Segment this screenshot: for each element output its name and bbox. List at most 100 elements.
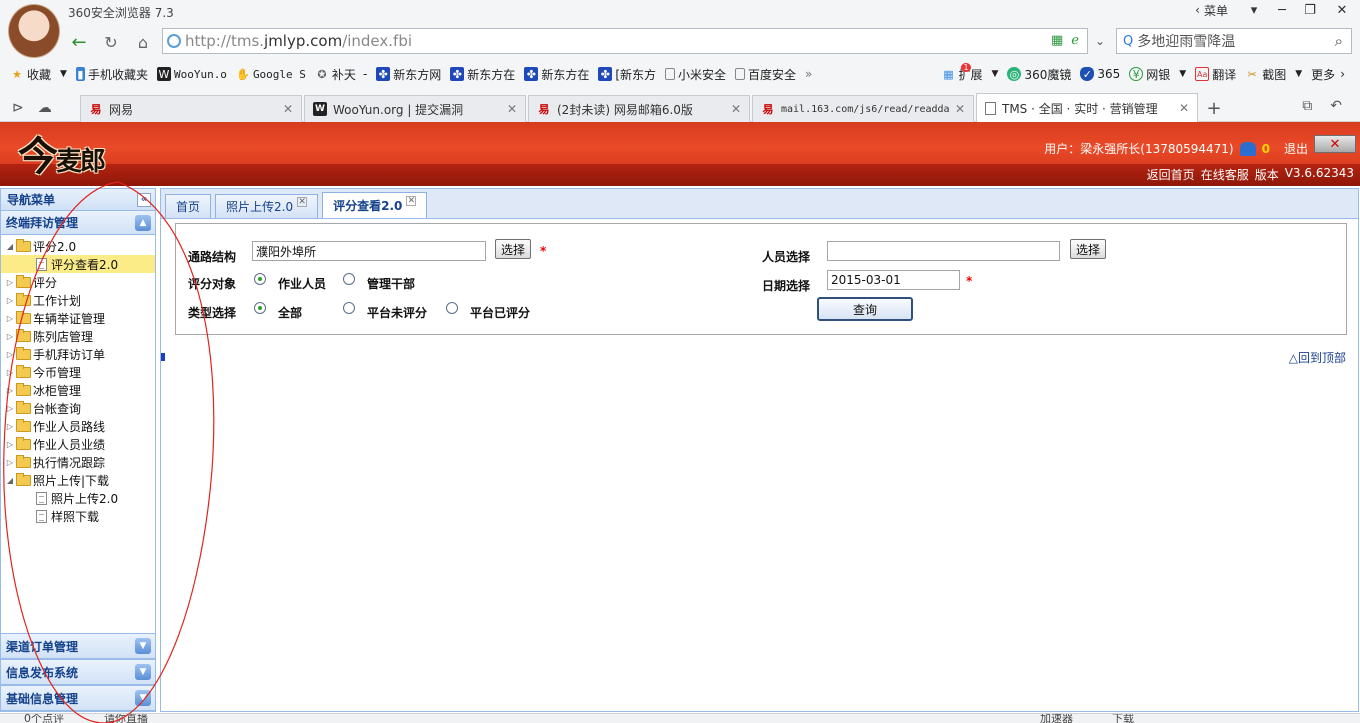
toolbar-extensions[interactable]: ▦ 扩展 1 ▼ [941, 62, 998, 83]
tree-folder-routes[interactable]: ▷ 作业人员路线 [1, 417, 155, 435]
collapsed-arrow-icon[interactable]: ▷ [4, 314, 16, 323]
maximize-button[interactable]: ❐ [1296, 0, 1324, 20]
address-dropdown-icon[interactable]: ⌄ [1088, 28, 1112, 54]
tree-item-sample-download[interactable]: 样照下载 [1, 507, 155, 525]
tree-item-photo-upload2[interactable]: 照片上传2.0 [1, 489, 155, 507]
address-bar[interactable]: http://tms.jmlyp.com/index.fbi ▦ ℯ [162, 28, 1088, 54]
bookmark-butian[interactable]: ✪ 补天 - [315, 66, 367, 83]
browser-tab-163[interactable]: 易 网易 ✕ [80, 95, 302, 122]
chevron-down-icon[interactable]: ▼ [135, 690, 151, 706]
section-info-publish[interactable]: 信息发布系统 ▼ [1, 659, 155, 685]
toolbar-more[interactable]: 更多 › [1311, 66, 1345, 83]
toolbar-ebank[interactable]: ¥ 网银 ▼ [1129, 66, 1186, 83]
person-select-button[interactable]: 选择 [1070, 239, 1106, 259]
bookmark-baidu-security[interactable]: 百度安全 [735, 66, 796, 83]
back-arrow-icon[interactable]: ← [66, 29, 92, 55]
expanded-arrow-icon[interactable]: ◢ [4, 242, 16, 251]
tree-folder-score2[interactable]: ◢ 评分2.0 [1, 237, 155, 255]
collapsed-arrow-icon[interactable]: ▷ [4, 332, 16, 341]
collapsed-arrow-icon[interactable]: ▷ [4, 440, 16, 449]
person-input[interactable] [827, 241, 1060, 261]
browser-tab-mail[interactable]: 易 (2封未读) 网易邮箱6.0版 ✕ [528, 95, 750, 122]
collapsed-arrow-icon[interactable]: ▷ [4, 422, 16, 431]
tree-folder-vehicle[interactable]: ▷ 车辆举证管理 [1, 309, 155, 327]
browser-tab-wooyun[interactable]: W WooYun.org | 提交漏洞 ✕ [304, 95, 526, 122]
qr-code-icon[interactable]: ▦ [1051, 33, 1063, 48]
section-channel-orders[interactable]: 渠道订单管理 ▼ [1, 633, 155, 659]
toolbar-translate[interactable]: Aa 翻译 [1195, 66, 1236, 83]
tree-folder-photo[interactable]: ◢ 照片上传|下载 [1, 471, 155, 489]
collapsed-arrow-icon[interactable]: ▷ [4, 404, 16, 413]
back-to-top-link[interactable]: △回到顶部 [1289, 349, 1346, 366]
bookmark-google[interactable]: ✋ Google S [236, 67, 306, 81]
tree-folder-work-plan[interactable]: ▷ 工作计划 [1, 291, 155, 309]
radio-manager[interactable] [343, 273, 355, 285]
channel-input[interactable]: 濮阳外埠所 [252, 241, 486, 261]
bookmark-xdf-1[interactable]: ✤ 新东方网 [376, 66, 441, 83]
bookmark-wooyun[interactable]: W WooYun.o [156, 67, 227, 81]
close-tab-icon[interactable]: ✕ [297, 196, 308, 207]
close-window-button[interactable]: ✕ [1324, 0, 1360, 20]
collapsed-arrow-icon[interactable]: ▷ [4, 350, 16, 359]
bookmark-mi-security[interactable]: 小米安全 [665, 66, 726, 83]
status-download[interactable]: 下载 [1112, 714, 1134, 723]
close-tab-icon[interactable]: ✕ [955, 102, 965, 116]
exit-button[interactable]: ✕ [1314, 135, 1356, 153]
section-visit-management[interactable]: 终端拜访管理 ▲ [1, 211, 155, 235]
tab-list-icon[interactable]: ⧉ [1302, 98, 1312, 114]
tree-folder-performance[interactable]: ▷ 作业人员业绩 [1, 435, 155, 453]
chevron-down-icon[interactable]: ▼ [135, 638, 151, 654]
section-base-info[interactable]: 基础信息管理 ▼ [1, 685, 155, 711]
tree-folder-display-store[interactable]: ▷ 陈列店管理 [1, 327, 155, 345]
status-accelerator[interactable]: 加速器 [1040, 714, 1073, 723]
new-tab-button[interactable]: + [1200, 94, 1228, 122]
tab-photo-upload2[interactable]: 照片上传2.0 ✕ [215, 194, 319, 218]
toolbar-365[interactable]: ✓ 365 [1080, 67, 1120, 81]
radio-type-unscored[interactable] [343, 302, 355, 314]
radio-type-all[interactable] [254, 302, 266, 314]
channel-select-button[interactable]: 选择 [495, 239, 531, 259]
close-tab-icon[interactable]: ✕ [283, 102, 293, 116]
tree-folder-mobile-order[interactable]: ▷ 手机拜访订单 [1, 345, 155, 363]
toolbar-screenshot[interactable]: ✂ 截图 ▼ [1245, 66, 1303, 83]
tree-item-score-view2[interactable]: 评分查看2.0 [1, 255, 155, 273]
close-tab-icon[interactable]: ✕ [406, 195, 417, 206]
collapse-sidebar-icon[interactable]: « [137, 192, 151, 207]
tree-folder-coin[interactable]: ▷ 今币管理 [1, 363, 155, 381]
bookmark-xdf-3[interactable]: ✤ 新东方在 [524, 66, 589, 83]
collapsed-arrow-icon[interactable]: ▷ [4, 296, 16, 305]
cloud-icon[interactable]: ☁ [38, 100, 52, 116]
search-engine-icon[interactable]: Q [1123, 34, 1133, 49]
expanded-arrow-icon[interactable]: ◢ [4, 476, 16, 485]
collapsed-arrow-icon[interactable]: ▷ [4, 386, 16, 395]
bookmark-mobile[interactable]: ▮ 手机收藏夹 [75, 66, 148, 83]
home-link[interactable]: 返回首页 [1147, 166, 1195, 183]
collapsed-arrow-icon[interactable]: ▷ [4, 278, 16, 287]
tree-folder-execution[interactable]: ▷ 执行情况跟踪 [1, 453, 155, 471]
browser-tab-tms[interactable]: TMS · 全国 · 实时 · 营销管理 ✕ [976, 93, 1198, 122]
radio-type-scored[interactable] [446, 302, 458, 314]
chevron-down-icon[interactable]: ▼ [135, 664, 151, 680]
message-count[interactable]: 0 [1262, 142, 1270, 156]
close-tab-icon[interactable]: ✕ [507, 102, 517, 116]
close-tab-icon[interactable]: ✕ [731, 102, 741, 116]
skin-icon[interactable]: ▾ [1240, 0, 1268, 20]
minimize-button[interactable]: ─ [1268, 0, 1296, 20]
tree-folder-score[interactable]: ▷ 评分 [1, 273, 155, 291]
chevron-up-icon[interactable]: ▲ [135, 214, 151, 231]
close-tab-icon[interactable]: ✕ [1179, 101, 1189, 115]
browser-tab-mail-read[interactable]: 易 mail.163.com/js6/read/readda ✕ [752, 95, 974, 122]
collapsed-arrow-icon[interactable]: ▷ [4, 368, 16, 377]
bookmark-xdf-4[interactable]: ✤ [新东方 [598, 66, 656, 83]
tab-home[interactable]: 首页 [165, 194, 212, 218]
more-bookmarks-icon[interactable]: » [805, 67, 812, 81]
undo-close-icon[interactable]: ↶ [1330, 98, 1342, 114]
tree-folder-ledger[interactable]: ▷ 台帐查询 [1, 399, 155, 417]
sidebar-toggle-icon[interactable]: ⊳ [12, 100, 24, 116]
status-live[interactable]: 请你直播 [104, 714, 148, 723]
brand-logo[interactable]: 今麦郎 [18, 124, 106, 182]
query-button[interactable]: 查询 [817, 297, 913, 321]
search-input[interactable]: 多地迎雨雪降温 [1137, 31, 1235, 51]
browser-menu[interactable]: ‹ 菜单 [1195, 2, 1228, 19]
date-input[interactable]: 2015-03-01 [827, 270, 960, 290]
